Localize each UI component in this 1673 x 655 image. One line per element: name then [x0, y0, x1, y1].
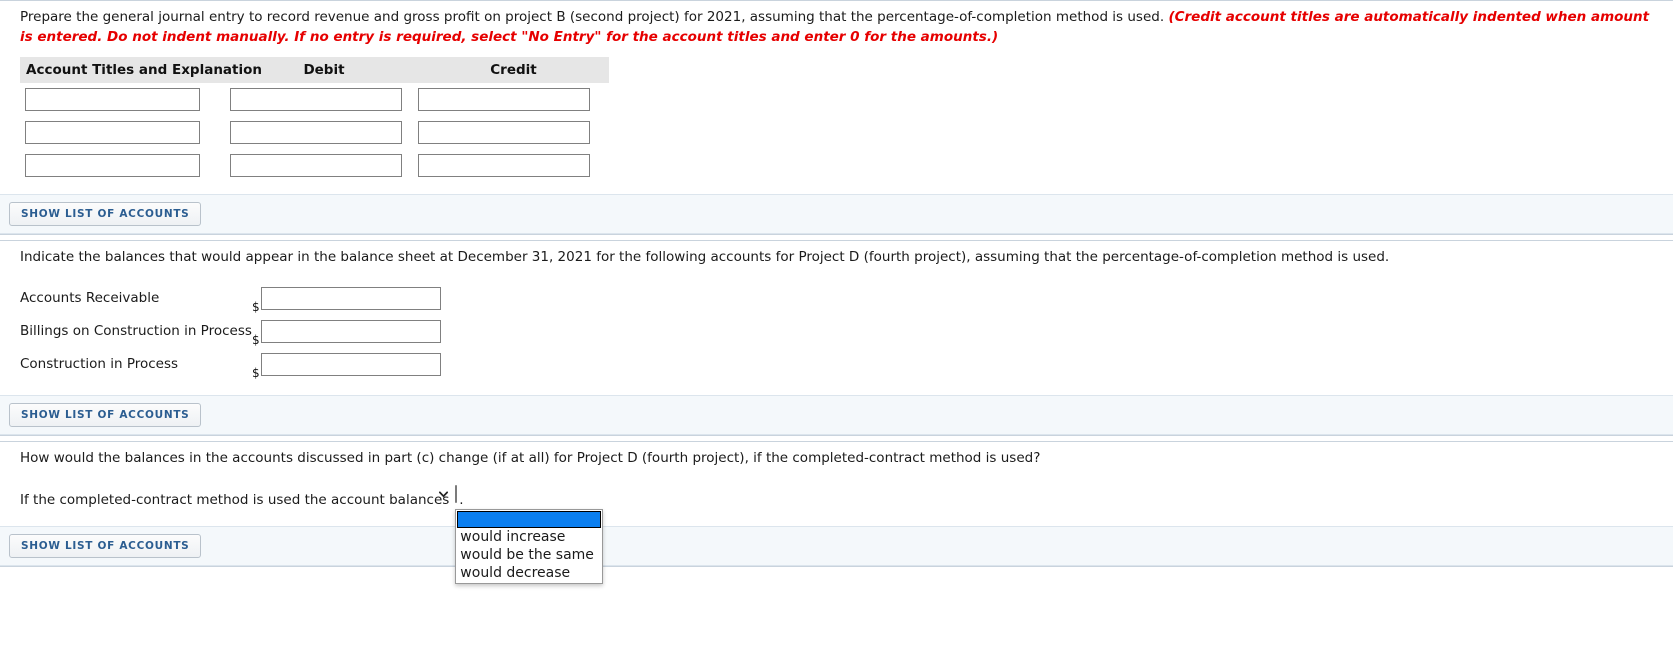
cell-debit-2 [230, 116, 418, 149]
completed-contract-section: How would the balances in the accounts d… [0, 440, 1673, 585]
debit-input-3[interactable] [230, 154, 402, 178]
dropdown-option-would-be-the-same[interactable]: would be the same [456, 547, 602, 565]
cell-credit-3 [418, 149, 609, 182]
balance-label-accounts-receivable: Accounts Receivable [20, 290, 160, 307]
construction-in-process-input[interactable] [260, 352, 441, 376]
cell-debit-3 [230, 149, 418, 182]
answer-line: If the completed-contract method is used… [20, 470, 1653, 585]
account-balance-change-select-shell: would increase would be the same would d… [439, 485, 604, 585]
table-row [20, 83, 609, 116]
debit-input-1[interactable] [230, 88, 402, 112]
credit-input-1[interactable] [418, 88, 590, 112]
balance-sheet-section: Indicate the balances that would appear … [0, 240, 1673, 436]
column-header-credit: Credit [418, 57, 609, 84]
billings-on-construction-in-process-input[interactable] [260, 319, 441, 343]
list-item: Construction in Process $ [20, 348, 1653, 381]
dropdown-option-would-increase[interactable]: would increase [456, 529, 602, 547]
dropdown-option-would-decrease[interactable]: would decrease [456, 565, 602, 583]
cell-credit-1 [418, 83, 609, 116]
completed-contract-prompt: How would the balances in the accounts d… [20, 449, 1041, 466]
account-balance-change-options[interactable]: would increase would be the same would d… [455, 509, 604, 585]
table-row [20, 149, 609, 182]
accounts-bar-c: SHOW LIST OF ACCOUNTS [0, 526, 1673, 567]
credit-input-2[interactable] [418, 121, 590, 145]
cell-debit-1 [230, 83, 418, 116]
currency-symbol-2: $ [252, 332, 260, 347]
account-title-input-3[interactable] [25, 154, 200, 178]
balance-label-billings-on-construction-in-process: Billings on Construction in Process [20, 323, 252, 340]
bottom-spacer [0, 567, 1673, 573]
accounts-bar-b: SHOW LIST OF ACCOUNTS [0, 394, 1673, 435]
column-header-account-titles: Account Titles and Explanation [20, 57, 262, 84]
cell-account-2 [20, 116, 230, 149]
currency-symbol-3: $ [252, 365, 260, 380]
journal-table-head: Account Titles and Explanation Debit Cre… [20, 57, 609, 84]
journal-table-wrapper: Account Titles and Explanation Debit Cre… [20, 49, 1653, 182]
account-balance-change-select[interactable] [439, 485, 458, 504]
cell-account-3 [20, 149, 230, 182]
account-title-input-1[interactable] [25, 88, 200, 112]
table-row [20, 116, 609, 149]
list-item: Billings on Construction in Process $ [20, 315, 1653, 348]
debit-input-2[interactable] [230, 121, 402, 145]
balances-list: Accounts Receivable $ Billings on Constr… [20, 270, 1653, 383]
show-list-of-accounts-button-a[interactable]: SHOW LIST OF ACCOUNTS [9, 202, 202, 227]
accounts-bar-a: SHOW LIST OF ACCOUNTS [0, 194, 1673, 235]
cell-account-1 [20, 83, 230, 116]
journal-header-row: Account Titles and Explanation Debit Cre… [20, 57, 609, 84]
journal-entry-prompt-plain: Prepare the general journal entry to rec… [20, 9, 1165, 25]
credit-input-3[interactable] [418, 154, 590, 178]
show-list-of-accounts-button-c[interactable]: SHOW LIST OF ACCOUNTS [9, 534, 202, 559]
account-title-input-2[interactable] [25, 121, 200, 145]
currency-symbol-1: $ [252, 299, 260, 314]
journal-table-body [20, 83, 609, 182]
accounts-receivable-input[interactable] [260, 286, 441, 310]
cell-credit-2 [418, 116, 609, 149]
journal-entry-table: Account Titles and Explanation Debit Cre… [20, 57, 609, 182]
answer-suffix-text: . [459, 492, 464, 509]
journal-entry-prompt: Prepare the general journal entry to rec… [20, 1, 1653, 49]
balance-sheet-prompt: Indicate the balances that would appear … [20, 249, 1390, 266]
journal-entry-section: Prepare the general journal entry to rec… [0, 0, 1673, 236]
dropdown-option-blank[interactable] [457, 511, 602, 529]
balance-label-construction-in-process: Construction in Process [20, 356, 179, 373]
answer-prefix-text: If the completed-contract method is used… [20, 492, 450, 509]
show-list-of-accounts-button-b[interactable]: SHOW LIST OF ACCOUNTS [9, 402, 202, 427]
list-item: Accounts Receivable $ [20, 282, 1653, 315]
